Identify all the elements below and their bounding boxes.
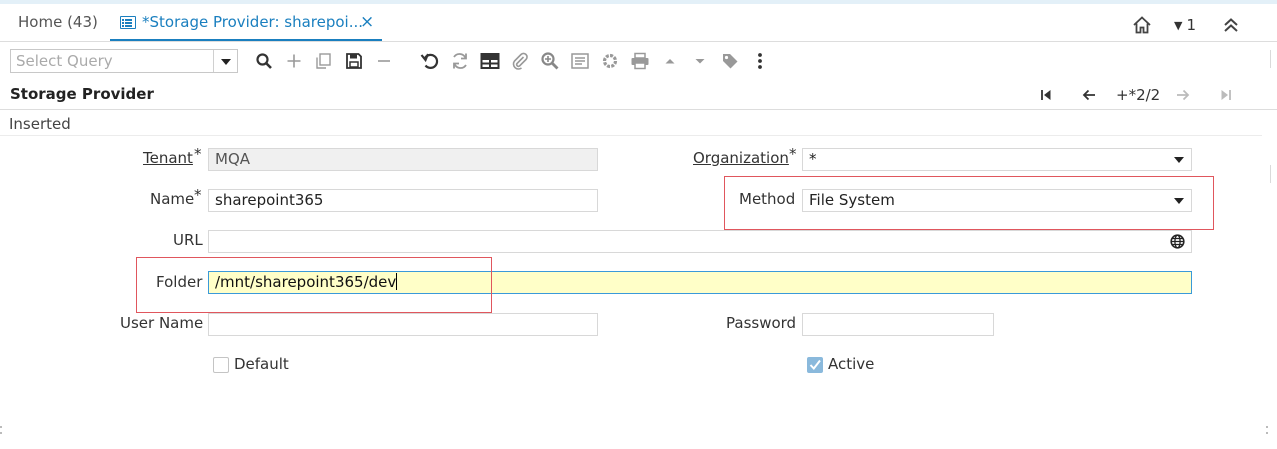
process-icon[interactable] (598, 49, 622, 73)
record-status: Inserted (9, 115, 71, 133)
resize-grip[interactable] (0, 426, 2, 428)
attachment-icon[interactable] (508, 49, 532, 73)
last-record-icon[interactable] (1216, 84, 1236, 106)
password-label: Password (726, 314, 797, 332)
copy-icon[interactable] (311, 49, 335, 73)
zoom-icon[interactable] (538, 49, 562, 73)
organization-value: * (809, 150, 817, 168)
organization-required-mark: * (789, 145, 797, 163)
divider (0, 135, 1262, 136)
tab-storage-provider[interactable]: *Storage Provider: sharepoi... × (110, 4, 382, 41)
tab-label: *Storage Provider: sharepoi... (142, 13, 364, 31)
previous-record-icon[interactable] (1078, 84, 1100, 106)
tab-home[interactable]: Home (43) (18, 4, 98, 41)
globe-icon[interactable] (1170, 234, 1185, 252)
window-count: 1 (1186, 16, 1197, 34)
chevron-down-icon[interactable] (1167, 149, 1191, 170)
method-highlight-box (724, 176, 1214, 230)
toolbar (0, 44, 1277, 78)
save-icon[interactable] (342, 49, 366, 73)
active-checkbox[interactable] (807, 357, 823, 373)
user-name-field[interactable] (208, 313, 598, 336)
password-field[interactable] (802, 313, 994, 336)
new-record-icon[interactable] (282, 49, 306, 73)
window-count-dropdown[interactable]: ▼ 1 (1174, 8, 1196, 42)
scroll-edge-mark (1270, 165, 1271, 183)
first-record-icon[interactable] (1036, 84, 1056, 106)
organization-label: Organization (693, 149, 789, 167)
chevron-down-icon: ▼ (1174, 19, 1183, 32)
resize-grip[interactable] (0, 432, 2, 434)
default-label: Default (234, 355, 289, 373)
delete-icon[interactable] (372, 49, 396, 73)
refresh-icon[interactable] (448, 49, 472, 73)
record-count: +*2/2 (1116, 86, 1161, 104)
more-icon[interactable] (748, 49, 772, 73)
tenant-field: MQA (208, 148, 598, 171)
tab-bar: Home (43) *Storage Provider: sharepoi...… (0, 4, 1277, 42)
default-checkbox[interactable] (213, 357, 229, 373)
name-required-mark: * (194, 186, 202, 204)
close-icon[interactable]: × (360, 4, 374, 40)
list-icon (120, 16, 136, 29)
tenant-required-mark: * (194, 145, 202, 163)
next-record-icon[interactable] (1172, 84, 1194, 106)
active-label: Active (828, 355, 875, 373)
scroll-edge-mark (1270, 50, 1271, 68)
folder-highlight-box (136, 257, 492, 313)
tag-icon[interactable] (718, 49, 742, 73)
url-field[interactable] (208, 230, 1192, 253)
nav-up-icon[interactable] (658, 49, 682, 73)
nav-down-icon[interactable] (688, 49, 712, 73)
user-name-label: User Name (120, 314, 204, 332)
resize-grip[interactable] (1266, 426, 1268, 428)
report-icon[interactable] (568, 49, 592, 73)
name-field[interactable]: sharepoint365 (208, 189, 598, 212)
name-label: Name (150, 190, 195, 208)
print-icon[interactable] (628, 49, 652, 73)
search-icon[interactable] (252, 49, 276, 73)
collapse-up-icon[interactable] (1222, 8, 1244, 42)
page-title: Storage Provider (10, 85, 154, 103)
organization-select[interactable]: * (802, 148, 1192, 171)
home-icon[interactable] (1132, 8, 1154, 42)
url-label: URL (173, 231, 203, 249)
chevron-down-icon[interactable] (213, 50, 237, 72)
tenant-label: Tenant (143, 149, 193, 167)
checkmark-icon (809, 359, 821, 371)
resize-grip[interactable] (1266, 432, 1268, 434)
select-query-combobox[interactable] (10, 49, 238, 73)
grid-toggle-icon[interactable] (478, 49, 502, 73)
window-header: Storage Provider +*2/2 (0, 80, 1277, 110)
select-query-input[interactable] (11, 50, 215, 72)
undo-icon[interactable] (418, 49, 442, 73)
